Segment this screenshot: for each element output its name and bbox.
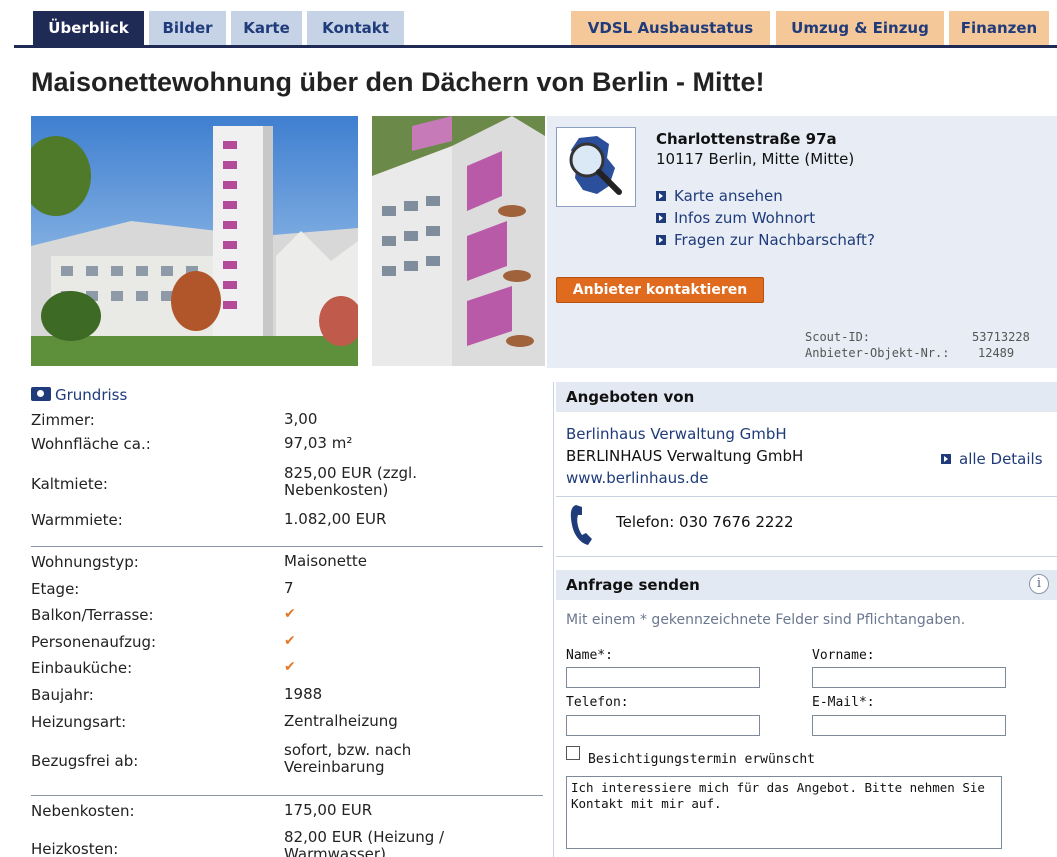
arrow-bullet-icon <box>656 235 666 245</box>
provider-phone: Telefon: 030 7676 2222 <box>616 513 794 531</box>
divider <box>556 556 1057 557</box>
provider-name: BERLINHAUS Verwaltung GmbH <box>566 447 804 465</box>
tab-ueberblick[interactable]: Überblick <box>33 11 144 45</box>
scout-id-value: 53713228 <box>972 330 1030 344</box>
vorname-input[interactable] <box>812 667 1006 688</box>
provider-website-link[interactable]: www.berlinhaus.de <box>566 469 709 487</box>
column-divider <box>553 382 554 857</box>
camera-icon <box>31 387 51 401</box>
name-input[interactable] <box>566 667 760 688</box>
provider-heading: Angeboten von <box>556 382 1057 412</box>
vorname-label: Vorname: <box>812 648 875 663</box>
required-fields-note: Mit einem * gekennzeichnete Felder sind … <box>566 612 966 628</box>
tab-umzug-einzug[interactable]: Umzug & Einzug <box>776 11 944 45</box>
address-street: Charlottenstraße 97a <box>656 130 837 148</box>
check-icon: ✔ <box>284 633 296 649</box>
page-title: Maisonettewohnung über den Dächern von B… <box>31 67 765 97</box>
tab-underline <box>14 45 1057 48</box>
all-details-link[interactable]: alle Details <box>941 450 1043 468</box>
contact-provider-button[interactable]: Anbieter kontaktieren <box>556 277 764 303</box>
tab-finanzen[interactable]: Finanzen <box>949 11 1049 45</box>
tab-karte[interactable]: Karte <box>231 11 302 45</box>
arrow-bullet-icon <box>941 454 951 464</box>
tab-vdsl-ausbaustatus[interactable]: VDSL Ausbaustatus <box>571 11 770 45</box>
property-photo-2[interactable] <box>372 116 545 366</box>
provider-name-link[interactable]: Berlinhaus Verwaltung GmbH <box>566 425 787 443</box>
viewing-appointment-checkbox[interactable] <box>566 746 580 760</box>
telefon-input[interactable] <box>566 715 760 736</box>
email-label: E-Mail*: <box>812 695 875 710</box>
check-icon: ✔ <box>284 659 296 675</box>
viewing-appointment-label: Besichtigungstermin erwünscht <box>588 752 815 767</box>
link-infos-wohnort[interactable]: Infos zum Wohnort <box>656 209 815 227</box>
tab-bilder[interactable]: Bilder <box>149 11 226 45</box>
telefon-label: Telefon: <box>566 695 629 710</box>
grundriss-link[interactable]: Grundriss <box>31 386 127 404</box>
link-karte-ansehen[interactable]: Karte ansehen <box>656 187 783 205</box>
message-textarea[interactable]: Ich interessiere mich für das Angebot. B… <box>566 776 1002 849</box>
divider <box>556 496 1057 497</box>
divider <box>31 546 543 547</box>
object-number-label: Anbieter-Objekt-Nr.: <box>805 346 950 360</box>
object-number-value: 12489 <box>978 346 1015 360</box>
property-photo-1[interactable] <box>31 116 358 366</box>
germany-map-magnifier-icon[interactable] <box>556 127 636 207</box>
tab-bar: Überblick Bilder Karte Kontakt VDSL Ausb… <box>0 0 1057 49</box>
inquiry-heading: Anfrage senden <box>556 570 1057 600</box>
arrow-bullet-icon <box>656 213 666 223</box>
tab-kontakt[interactable]: Kontakt <box>307 11 404 45</box>
phone-icon <box>570 505 592 545</box>
name-label: Name*: <box>566 648 613 663</box>
divider <box>31 795 543 796</box>
email-input[interactable] <box>812 715 1006 736</box>
arrow-bullet-icon <box>656 191 666 201</box>
scout-id-label: Scout-ID: <box>805 330 871 344</box>
info-icon[interactable]: i <box>1029 574 1049 594</box>
check-icon: ✔ <box>284 606 296 622</box>
address-city: 10117 Berlin, Mitte (Mitte) <box>656 150 855 168</box>
link-fragen-nachbarschaft[interactable]: Fragen zur Nachbarschaft? <box>656 231 875 249</box>
